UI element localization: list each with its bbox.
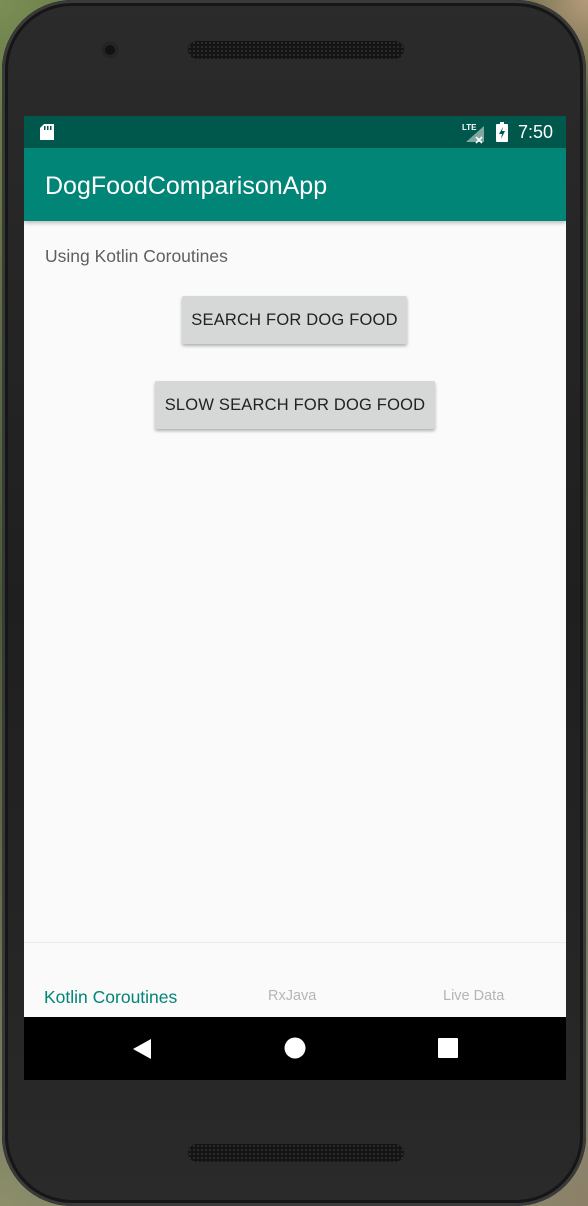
bottom-navigation: Kotlin Coroutines RxJava Live Data [24,942,566,1018]
nav-tab-live-data[interactable]: Live Data [443,988,504,1004]
back-icon[interactable] [132,1038,152,1060]
search-button[interactable]: SEARCH FOR DOG FOOD [182,296,407,344]
app-title: DogFoodComparisonApp [45,172,328,200]
home-icon[interactable] [284,1037,306,1059]
top-speaker [188,41,404,59]
sd-card-icon [40,124,54,140]
system-navigation-bar [24,1017,566,1080]
mode-label: Using Kotlin Coroutines [45,246,228,266]
device-screen: LTE 7:50 DogFoodComparisonApp Using Kotl… [24,116,566,1080]
app-bar: DogFoodComparisonApp [24,148,566,221]
front-camera [102,42,118,58]
battery-charging-icon [496,122,508,142]
status-bar: LTE 7:50 [24,116,566,148]
svg-text:LTE: LTE [462,123,477,132]
recents-icon[interactable] [438,1038,458,1058]
nav-tab-kotlin-coroutines[interactable]: Kotlin Coroutines [44,987,177,1008]
slow-search-button[interactable]: SLOW SEARCH FOR DOG FOOD [155,381,435,429]
status-clock: 7:50 [518,122,554,142]
nav-tab-rxjava[interactable]: RxJava [268,988,316,1004]
bottom-speaker [188,1144,404,1162]
lte-signal-icon: LTE [462,123,484,144]
